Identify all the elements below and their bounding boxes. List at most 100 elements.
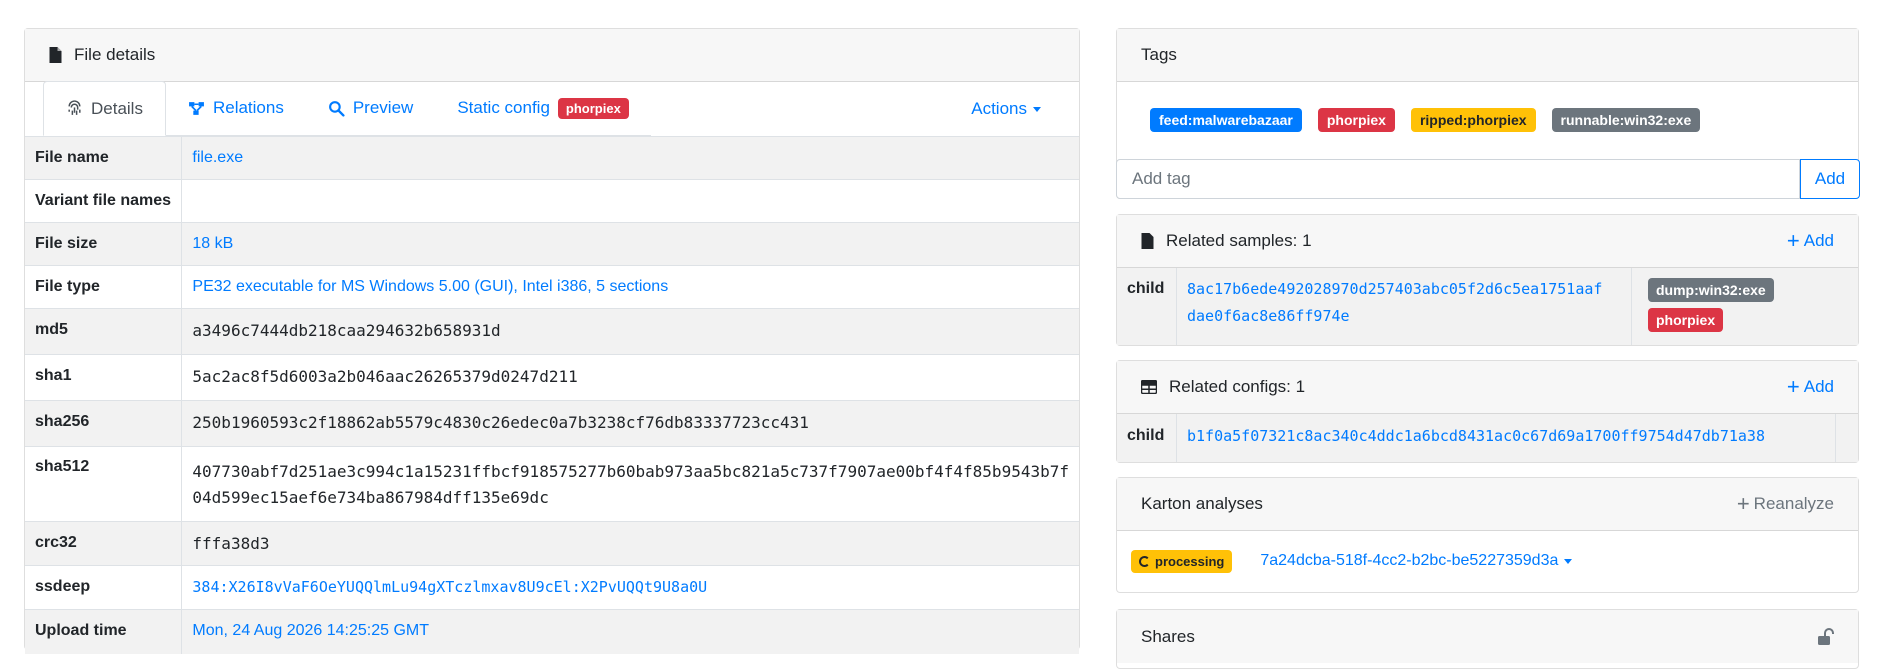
table-row: md5 a3496c7444db218caa294632b658931d <box>25 308 1079 355</box>
tab-relations-label: Relations <box>212 98 284 117</box>
row-key: md5 <box>25 308 183 355</box>
analysis-id-label: 7a24dcba-518f-4cc2-b2bc-be5227359d3a <box>1260 552 1559 569</box>
row-key: Upload time <box>25 609 183 654</box>
sitemap-icon <box>189 101 204 115</box>
unlock-icon[interactable] <box>1816 627 1834 646</box>
md5-value: a3496c7444db218caa294632b658931d <box>181 308 1079 355</box>
tag-phorpiex[interactable]: phorpiex <box>1317 108 1395 132</box>
processing-status-badge: processing <box>1131 549 1233 573</box>
karton-title: Karton analyses <box>1141 494 1263 513</box>
variant-names-value <box>181 179 1079 223</box>
related-sample-hash-link[interactable]: 8ac17b6ede492028970d257403abc05f2d6c5ea1… <box>1177 268 1632 345</box>
file-name-link[interactable]: file.exe <box>192 149 243 166</box>
tabs-row: Details Relations Preview Static config … <box>25 81 1079 136</box>
karton-analysis-row: processing 7a24dcba-518f-4cc2-b2bc-be522… <box>1117 531 1858 591</box>
row-key: ssdeep <box>25 565 183 610</box>
sha512-value: 407730abf7d251ae3c994c1a15231ffbcf918575… <box>181 446 1079 522</box>
related-sample-row: child 8ac17b6ede492028970d257403abc05f2d… <box>1117 268 1858 345</box>
plus-icon: + <box>1736 491 1750 516</box>
relation-type: child <box>1117 268 1177 345</box>
table-row: Upload time Mon, 24 Aug 2026 14:25:25 GM… <box>25 609 1079 654</box>
reanalyze-button[interactable]: + Reanalyze <box>1737 493 1834 515</box>
related-configs-header: Related configs: 1 + Add <box>1117 361 1858 414</box>
hash-line-1: 8ac17b6ede492028970d257403abc05f2d6c5ea1… <box>1187 280 1603 298</box>
table-row: File type PE32 executable for MS Windows… <box>25 265 1079 309</box>
table-row: File name file.exe <box>25 136 1079 180</box>
related-samples-header: Related samples: 1 + Add <box>1117 215 1858 268</box>
sha512-line-2: 04d599ec15aef6e734ba867984dff135e69dc <box>192 488 549 507</box>
file-icon <box>49 47 62 63</box>
table-row: ssdeep 384:X26I8vVaF6OeYUQQlmLu94gXTczlm… <box>25 565 1079 610</box>
table-icon <box>1141 380 1157 394</box>
shares-header: Shares <box>1117 610 1858 663</box>
add-tag-form: Add tag Add <box>1116 159 1860 199</box>
add-related-config-button[interactable]: + Add <box>1787 376 1834 398</box>
add-label: Add <box>1803 231 1834 250</box>
actions-label: Actions <box>971 99 1027 118</box>
upload-time-link[interactable]: Mon, 24 Aug 2026 14:25:25 GMT <box>192 622 429 639</box>
hash-line-2: dae0f6ac8e86ff974e <box>1187 307 1350 325</box>
add-label: Add <box>1803 377 1834 396</box>
file-details-title: File details <box>74 45 156 64</box>
file-icon <box>1141 233 1154 249</box>
table-row: sha512 407730abf7d251ae3c994c1a15231ffbc… <box>25 446 1079 522</box>
row-key: File name <box>25 136 183 180</box>
karton-analyses-card: Karton analyses + Reanalyze processing 7… <box>1116 477 1859 593</box>
related-config-hash-link[interactable]: b1f0a5f07321c8ac340c4ddc1a6bcd8431ac0c67… <box>1177 414 1836 462</box>
tab-details[interactable]: Details <box>43 81 166 136</box>
sha256-value: 250b1960593c2f18862ab5579c4830c26edec0a7… <box>181 400 1079 447</box>
relation-type: child <box>1117 414 1177 462</box>
spinner-icon <box>1139 555 1150 567</box>
table-row: Variant file names <box>25 179 1079 223</box>
add-related-sample-button[interactable]: + Add <box>1787 230 1834 252</box>
file-details-card: File details Details Relations Preview S… <box>24 28 1080 654</box>
reanalyze-label: Reanalyze <box>1753 494 1834 513</box>
tags-header: Tags <box>1117 29 1858 82</box>
table-row: crc32 fffa38d3 <box>25 521 1079 566</box>
add-tag-input[interactable]: Add tag <box>1116 159 1800 199</box>
table-row: sha256 250b1960593c2f18862ab5579c4830c26… <box>25 400 1079 447</box>
static-config-badge: phorpiex <box>557 97 629 119</box>
related-samples-title: Related samples: 1 <box>1166 231 1312 250</box>
tag-phorpiex[interactable]: phorpiex <box>1648 308 1724 332</box>
tags-card: Tags feed:malwarebazaar phorpiex ripped:… <box>1116 28 1860 199</box>
search-icon <box>328 100 345 117</box>
plus-icon: + <box>1786 228 1800 253</box>
file-details-table: File name file.exe Variant file names Fi… <box>25 136 1079 654</box>
tag-ripped-phorpiex[interactable]: ripped:phorpiex <box>1410 108 1536 132</box>
row-key: sha1 <box>25 354 183 401</box>
analysis-id-dropdown[interactable]: 7a24dcba-518f-4cc2-b2bc-be5227359d3a <box>1260 552 1573 570</box>
row-key: Variant file names <box>25 179 183 223</box>
tag-dump-win32-exe[interactable]: dump:win32:exe <box>1648 278 1774 302</box>
tab-preview-label: Preview <box>352 98 414 117</box>
shares-card: Shares <box>1116 609 1859 669</box>
table-row: sha1 5ac2ac8f5d6003a2b046aac26265379d024… <box>25 354 1079 401</box>
tab-details-label: Details <box>91 98 143 118</box>
add-tag-button[interactable]: Add <box>1800 159 1860 199</box>
row-key: File type <box>25 265 183 309</box>
sha512-line-1: 407730abf7d251ae3c994c1a15231ffbcf918575… <box>192 462 1069 481</box>
shares-title: Shares <box>1141 626 1195 646</box>
fingerprint-icon <box>68 100 81 115</box>
table-row: File size 18 kB <box>25 222 1079 266</box>
file-type-link[interactable]: PE32 executable for MS Windows 5.00 (GUI… <box>192 278 668 295</box>
caret-down-icon <box>1564 558 1573 564</box>
plus-icon: + <box>1786 374 1800 399</box>
tab-preview[interactable]: Preview <box>306 81 435 135</box>
row-key: File size <box>25 222 183 266</box>
tag-runnable-win32-exe[interactable]: runnable:win32:exe <box>1551 108 1701 132</box>
tab-relations[interactable]: Relations <box>166 81 306 135</box>
actions-dropdown[interactable]: Actions <box>971 82 1041 136</box>
ssdeep-link[interactable]: 384:X26I8vVaF6OeYUQQlmLu94gXTczlmxav8U9c… <box>192 578 707 596</box>
tags-list: feed:malwarebazaar phorpiex ripped:phorp… <box>1117 82 1858 132</box>
related-samples-card: Related samples: 1 + Add child 8ac17b6ed… <box>1116 214 1859 346</box>
crc32-value: fffa38d3 <box>181 521 1079 566</box>
tag-feed-malwarebazaar[interactable]: feed:malwarebazaar <box>1150 108 1302 132</box>
tab-static-config[interactable]: Static config phorpiex <box>435 81 651 135</box>
tab-list: Details Relations Preview Static config … <box>43 81 651 136</box>
karton-header: Karton analyses + Reanalyze <box>1117 478 1858 531</box>
row-key: sha512 <box>25 446 183 522</box>
related-configs-card: Related configs: 1 + Add child b1f0a5f07… <box>1116 360 1859 463</box>
file-size-link[interactable]: 18 kB <box>192 235 233 252</box>
row-key: crc32 <box>25 521 183 566</box>
